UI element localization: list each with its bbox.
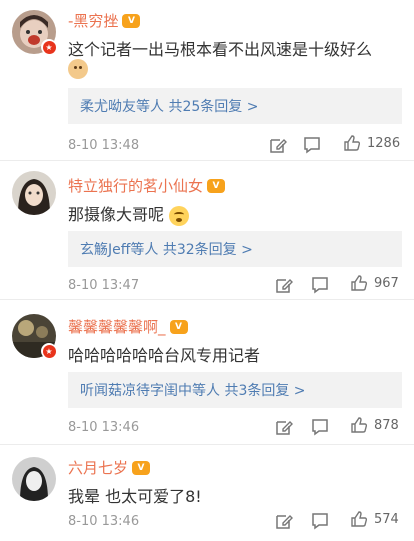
- like-count: 878: [374, 417, 399, 433]
- comment-time: 8-10 13:46: [68, 514, 140, 529]
- comment-icon: [312, 277, 328, 294]
- comment-icon: [312, 419, 328, 436]
- comment-item: 特立独行的茗小仙女 V 那摄像大哥呢 玄觞Jeff等人 共32条回复 > 8-1…: [0, 161, 414, 299]
- comment-text: 这个记者一出马根本看不出风速是十级好么: [68, 40, 373, 59]
- avatar-image: [12, 457, 56, 501]
- avatar[interactable]: [12, 457, 56, 501]
- avatar[interactable]: [12, 171, 56, 215]
- verified-badge-icon: ★: [41, 343, 57, 359]
- like-button[interactable]: 574: [350, 510, 399, 528]
- comment-time: 8-10 13:46: [68, 420, 140, 435]
- reply-button[interactable]: [308, 274, 332, 296]
- thumbs-up-icon: [351, 417, 368, 433]
- replies-link[interactable]: 听闻菇凉待字闺中等人 共3条回复 >: [68, 372, 402, 408]
- avatar[interactable]: ★: [12, 314, 57, 359]
- comment-username[interactable]: 六月七岁 V: [68, 457, 151, 478]
- like-count: 1286: [367, 135, 401, 151]
- verified-badge-icon: ★: [41, 39, 57, 55]
- thumbs-up-icon: [344, 135, 361, 151]
- repost-button[interactable]: [272, 274, 296, 296]
- comment-username[interactable]: -黑穷挫 V: [68, 10, 141, 31]
- like-count: 574: [374, 511, 399, 527]
- comment-username[interactable]: 特立独行的茗小仙女 V: [68, 175, 226, 196]
- like-button[interactable]: 967: [350, 274, 399, 292]
- reply-button[interactable]: [308, 510, 332, 532]
- like-count: 967: [374, 275, 399, 291]
- comment-item: ★ 馨馨馨馨馨啊_ V 哈哈哈哈哈哈台风专用记者 听闻菇凉待字闺中等人 共3条回…: [0, 300, 414, 444]
- thinking-face-icon: [169, 205, 190, 226]
- doge-emoji: [68, 58, 88, 79]
- edit-icon: [276, 279, 293, 293]
- comment-icon: [304, 137, 320, 154]
- doge-icon: [68, 58, 88, 79]
- comment-icon: [312, 513, 328, 530]
- vip-badge-icon: V: [122, 13, 141, 28]
- reply-button[interactable]: [300, 134, 324, 156]
- vip-badge-icon: V: [169, 319, 188, 334]
- comment-text: 那摄像大哥呢: [68, 201, 190, 226]
- replies-link[interactable]: 柔尤呦友等人 共25条回复 >: [68, 88, 402, 124]
- like-button[interactable]: 1286: [343, 134, 400, 152]
- comment-text: 哈哈哈哈哈哈台风专用记者: [68, 346, 261, 365]
- edit-icon: [276, 515, 293, 529]
- reply-button[interactable]: [308, 416, 332, 438]
- avatar-image: [12, 171, 56, 215]
- vip-badge-icon: V: [207, 178, 226, 193]
- comment-time: 8-10 13:48: [68, 138, 140, 153]
- comment-item: 六月七岁 V 我晕 也太可爱了8! 8-10 13:46 574: [0, 445, 414, 541]
- comment-text: 我晕 也太可爱了8!: [68, 487, 202, 506]
- thumbs-up-icon: [351, 511, 368, 527]
- repost-button[interactable]: [272, 416, 296, 438]
- avatar[interactable]: ★: [12, 10, 57, 55]
- comment-item: ★ -黑穷挫 V 这个记者一出马根本看不出风速是十级好么 柔尤呦友等人 共25条…: [0, 0, 414, 160]
- vip-badge-icon: V: [132, 460, 151, 475]
- comment-time: 8-10 13:47: [68, 278, 140, 293]
- edit-icon: [276, 421, 293, 435]
- comment-username[interactable]: 馨馨馨馨馨啊_ V: [68, 316, 188, 337]
- replies-link[interactable]: 玄觞Jeff等人 共32条回复 >: [68, 231, 402, 267]
- thumbs-up-icon: [351, 275, 368, 291]
- repost-button[interactable]: [272, 510, 296, 532]
- repost-button[interactable]: [266, 134, 290, 156]
- edit-icon: [270, 139, 287, 153]
- like-button[interactable]: 878: [350, 416, 399, 434]
